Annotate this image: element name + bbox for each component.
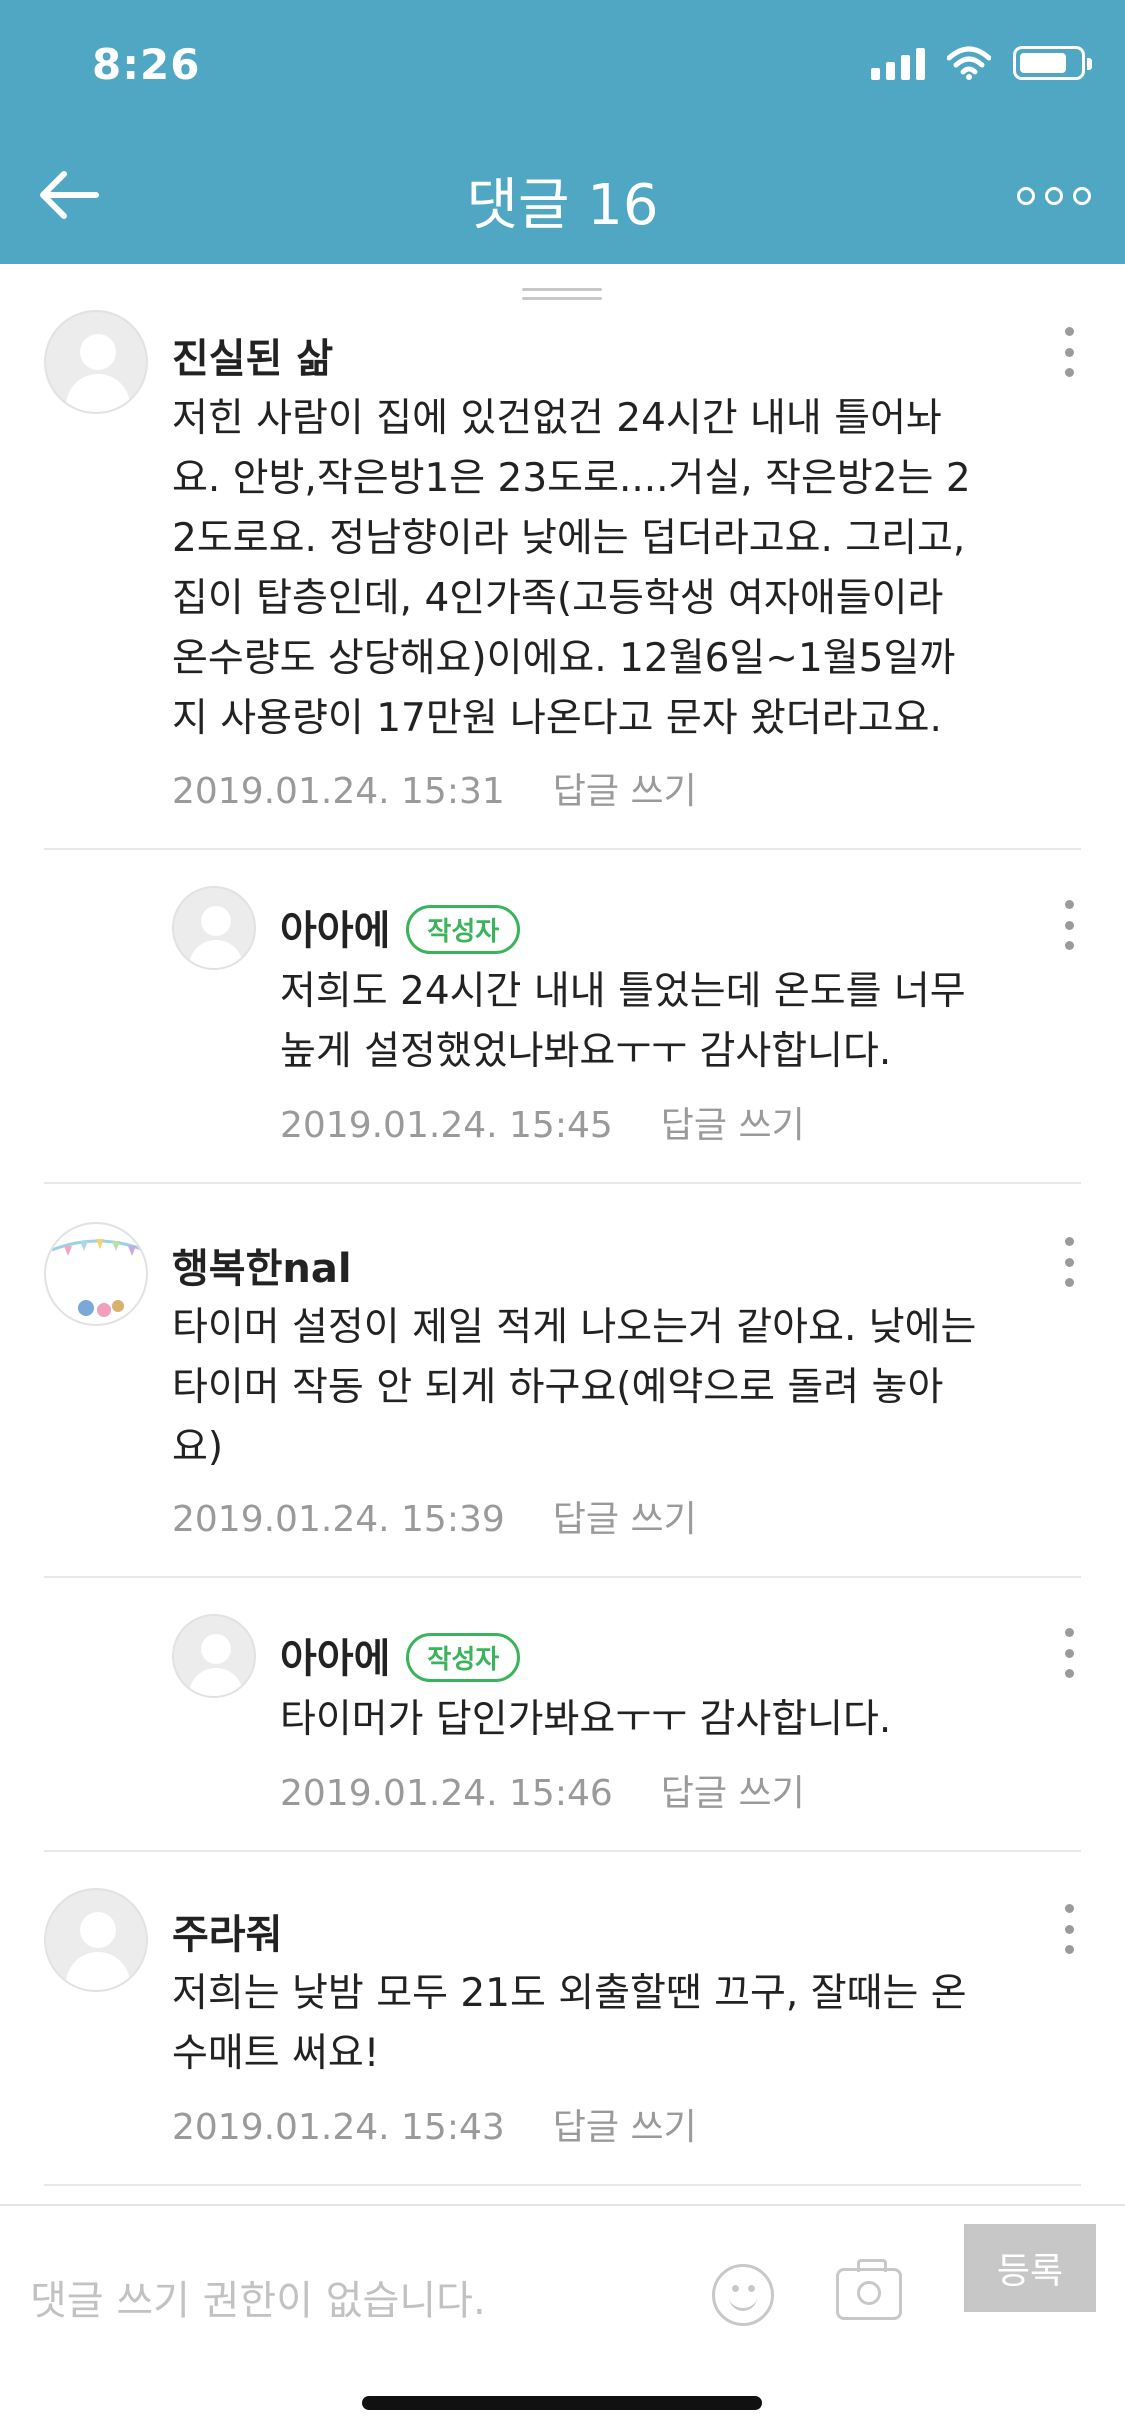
reply-author-name[interactable]: 아아에 bbox=[280, 1636, 390, 1682]
divider bbox=[44, 1850, 1081, 1852]
comment-meta: 2019.01.24. 15:39 답글 쓰기 bbox=[172, 1490, 697, 1542]
comment-author[interactable]: 행복한nal bbox=[172, 1236, 352, 1294]
page-title: 댓글 16 bbox=[466, 173, 659, 238]
comment-text: 타이머 설정이 제일 적게 나오는거 같아요. 낮에는 타이머 작동 안 되게 … bbox=[172, 1305, 977, 1470]
avatar[interactable] bbox=[172, 1614, 256, 1698]
comment-more-button[interactable] bbox=[1059, 1237, 1079, 1287]
comment-text: 저힌 사람이 집에 있건없건 24시간 내내 틀어놔 요. 안방,작은방1은 2… bbox=[172, 396, 971, 741]
comment-author: 아아에 작성자 bbox=[280, 1626, 521, 1686]
avatar[interactable] bbox=[172, 886, 256, 970]
submit-button[interactable]: 등록 bbox=[964, 2224, 1096, 2312]
avatar[interactable] bbox=[44, 1888, 148, 1992]
status-time: 8:26 bbox=[92, 40, 201, 89]
comment-more-button[interactable] bbox=[1059, 1628, 1079, 1678]
comment-text: 저희는 낮밤 모두 21도 외출할땐 끄구, 잘때는 온 수매트 써요! bbox=[172, 1971, 967, 2076]
avatar[interactable] bbox=[44, 1222, 148, 1326]
divider bbox=[44, 1182, 1081, 1184]
more-options-button[interactable] bbox=[1017, 176, 1091, 216]
comment-author[interactable]: 주라줘 bbox=[172, 1902, 282, 1960]
reply-button[interactable]: 답글 쓰기 bbox=[553, 771, 697, 812]
comment-more-button[interactable] bbox=[1059, 1904, 1079, 1954]
drag-handle[interactable] bbox=[522, 288, 602, 302]
avatar[interactable] bbox=[44, 310, 148, 414]
comment-meta: 2019.01.24. 15:43 답글 쓰기 bbox=[172, 2098, 697, 2150]
comment-author[interactable]: 진실된 삶 bbox=[172, 326, 333, 384]
header-bar: 8:26 댓글 16 bbox=[0, 0, 1125, 264]
avatar-image bbox=[51, 1239, 145, 1317]
reply-button[interactable]: 답글 쓰기 bbox=[661, 1105, 805, 1146]
comment-timestamp: 2019.01.24. 15:43 bbox=[172, 2107, 505, 2148]
reply-author-name[interactable]: 아아에 bbox=[280, 908, 390, 954]
comment-author: 아아에 작성자 bbox=[280, 898, 521, 958]
comment-text: 타이머가 답인가봐요ㅜㅜ 감사합니다. bbox=[280, 1697, 892, 1742]
comment-more-button[interactable] bbox=[1059, 900, 1079, 950]
comment-text: 저희도 24시간 내내 틀었는데 온도를 너무 높게 설정했었나봐요ㅜㅜ 감사합… bbox=[280, 969, 966, 1074]
status-icons bbox=[871, 46, 1092, 80]
cellular-signal-icon bbox=[871, 46, 925, 80]
divider bbox=[44, 848, 1081, 850]
home-indicator bbox=[362, 2396, 762, 2410]
comment-timestamp: 2019.01.24. 15:31 bbox=[172, 771, 505, 812]
author-badge: 작성자 bbox=[406, 904, 521, 954]
comment-meta: 2019.01.24. 15:46 답글 쓰기 bbox=[280, 1764, 805, 1816]
reply-button[interactable]: 답글 쓰기 bbox=[553, 1499, 697, 1540]
emoji-icon[interactable] bbox=[712, 2264, 774, 2326]
wifi-icon bbox=[947, 46, 991, 80]
comment-timestamp: 2019.01.24. 15:46 bbox=[280, 1773, 613, 1814]
comment-timestamp: 2019.01.24. 15:39 bbox=[172, 1499, 505, 1540]
reply-button[interactable]: 답글 쓰기 bbox=[661, 1773, 805, 1814]
divider bbox=[44, 1576, 1081, 1578]
comment-more-button[interactable] bbox=[1059, 327, 1079, 377]
camera-icon[interactable] bbox=[836, 2259, 902, 2320]
comment-meta: 2019.01.24. 15:45 답글 쓰기 bbox=[280, 1096, 805, 1148]
comment-meta: 2019.01.24. 15:31 답글 쓰기 bbox=[172, 762, 697, 814]
comment-input[interactable]: 댓글 쓰기 권한이 없습니다. bbox=[30, 2268, 486, 2326]
comment-timestamp: 2019.01.24. 15:45 bbox=[280, 1105, 613, 1146]
divider bbox=[44, 2184, 1081, 2186]
author-badge: 작성자 bbox=[406, 1632, 521, 1682]
reply-button[interactable]: 답글 쓰기 bbox=[553, 2107, 697, 2148]
battery-icon bbox=[1013, 46, 1092, 80]
